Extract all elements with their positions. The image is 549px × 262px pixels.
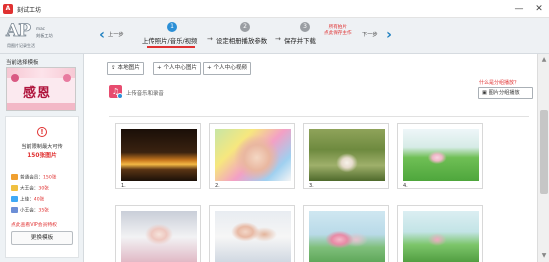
next-step-label[interactable]: 下一步 xyxy=(362,31,378,38)
next-step-arrow-icon[interactable]: › xyxy=(384,27,394,43)
logo-mark: AP xyxy=(6,21,32,42)
template-thumbnail[interactable]: 感恩 xyxy=(6,67,76,111)
logo: AP mac 刻板工坊 用图片记录生活 xyxy=(6,21,86,51)
member-badge-icon xyxy=(11,207,18,213)
upload-local-label: 本地图片 xyxy=(117,65,140,71)
photo-card[interactable]: 3. xyxy=(303,123,389,189)
step-arrow-icon: → xyxy=(207,35,213,43)
app-icon: A xyxy=(3,4,13,14)
template-text: 感恩 xyxy=(23,86,52,101)
member-badge-icon xyxy=(11,174,18,180)
member-label: 小王会： xyxy=(20,208,39,214)
photo-card[interactable]: 2. xyxy=(209,123,295,189)
step-arrow-icon: → xyxy=(275,35,281,43)
add-badge-icon xyxy=(117,93,123,99)
flower-icon xyxy=(11,74,19,82)
window-title: 刻试工坊 xyxy=(17,7,42,14)
upload-music-label[interactable]: 上传音乐和录音 xyxy=(126,89,164,97)
member-row: 普通会员：150张 xyxy=(11,174,56,181)
upload-limit-card: ! 当前限制最大可传 150张图片 普通会员：150张 大王会：30张 上佳：4… xyxy=(5,116,79,258)
photo-card[interactable]: 4. xyxy=(397,123,483,189)
photo-card[interactable] xyxy=(209,205,295,262)
member-count: 30张 xyxy=(38,186,49,192)
change-template-button[interactable]: 更换模板 xyxy=(11,231,73,245)
scrollbar-thumb[interactable] xyxy=(540,110,548,194)
photo-thumbnail xyxy=(403,129,479,181)
step-navigation-bar: AP mac 刻板工坊 用图片记录生活 ‹ 上一步 1 上传照片/音乐/视频 →… xyxy=(0,18,549,54)
vip-link[interactable]: 点此查看VIP会员特权 xyxy=(11,221,57,228)
step-2-number: 2 xyxy=(240,22,250,32)
main-content: ⇪ 本地图片 + 个人中心图片 + 个人中心视频 ♫ 上传音乐和录音 什么是分组… xyxy=(85,54,537,262)
step-3-label: 保存并下载 xyxy=(284,37,316,45)
preview-note[interactable]: 所有拍片 点此保存主作 xyxy=(324,25,352,37)
member-label: 大王会： xyxy=(20,186,39,192)
prev-step-arrow-icon[interactable]: ‹ xyxy=(97,27,107,43)
step-3-number: 3 xyxy=(300,22,310,32)
vertical-scrollbar[interactable]: ▲ ▼ xyxy=(537,54,549,262)
member-row: 小王会：35张 xyxy=(11,207,49,214)
active-step-underline xyxy=(147,46,195,48)
member-row: 大王会：30张 xyxy=(11,185,49,192)
photo-card[interactable] xyxy=(303,205,389,262)
step-1-label: 上传照片/音乐/视频 xyxy=(142,37,198,45)
logo-tagline-2: 刻板工坊 xyxy=(36,33,53,38)
prev-step-label[interactable]: 上一步 xyxy=(108,31,124,38)
member-count: 35张 xyxy=(38,208,49,214)
sidebar-title: 当前选择模板 xyxy=(6,60,39,66)
title-bar: A 刻试工坊 — ✕ xyxy=(0,0,549,18)
member-row: 上佳：40张 xyxy=(11,196,44,203)
member-label: 上佳： xyxy=(20,197,34,203)
photo-grid: 1. 2. 3. 4. xyxy=(109,116,529,262)
member-badge-icon xyxy=(11,185,18,191)
member-count: 40张 xyxy=(33,197,45,203)
photo-thumbnail xyxy=(309,211,385,262)
photo-number: 4. xyxy=(403,183,408,189)
photo-thumbnail xyxy=(403,211,479,262)
scroll-up-icon[interactable]: ▲ xyxy=(540,56,548,64)
member-badge-icon xyxy=(11,196,18,202)
photo-card[interactable] xyxy=(115,205,201,262)
flower-icon xyxy=(63,74,71,82)
photo-card[interactable]: 1. xyxy=(115,123,201,189)
photo-thumbnail xyxy=(215,211,291,262)
member-label: 普通会员： xyxy=(20,175,43,181)
group-play-help-link[interactable]: 什么是分组播放？ xyxy=(479,79,519,86)
limit-number: 150张图片 xyxy=(27,153,57,159)
logo-tagline: mac xyxy=(36,26,45,31)
template-footer xyxy=(7,103,75,110)
photo-thumbnail xyxy=(215,129,291,181)
step-1-number: 1 xyxy=(167,22,177,32)
warning-icon: ! xyxy=(37,127,47,137)
photo-card[interactable] xyxy=(397,205,483,262)
limit-text: 当前限制最大可传 xyxy=(21,144,63,150)
photo-number: 3. xyxy=(309,183,314,189)
photo-number: 2. xyxy=(215,183,220,189)
group-play-label: 图片分组播放 xyxy=(488,90,520,96)
sidebar: 当前选择模板 感恩 ! 当前限制最大可传 150张图片 普通会员：150张 大王… xyxy=(0,54,84,262)
photo-number: 1. xyxy=(121,183,126,189)
photo-thumbnail xyxy=(121,211,197,262)
scroll-down-icon[interactable]: ▼ xyxy=(540,252,548,260)
minimize-button[interactable]: — xyxy=(512,2,526,16)
member-count: 150张 xyxy=(42,175,57,181)
close-button[interactable]: ✕ xyxy=(532,2,546,16)
personal-center-image-button[interactable]: + 个人中心图片 xyxy=(153,62,202,75)
upload-local-image-button[interactable]: ⇪ 本地图片 xyxy=(107,62,144,75)
group-play-button[interactable]: ▣ 图片分组播放 xyxy=(478,87,533,99)
personal-center-video-button[interactable]: + 个人中心视频 xyxy=(203,62,252,75)
photo-thumbnail xyxy=(309,129,385,181)
logo-subtitle: 用图片记录生活 xyxy=(7,43,35,48)
step-2-label: 设定相册播放参数 xyxy=(216,37,268,45)
photo-thumbnail xyxy=(121,129,197,181)
